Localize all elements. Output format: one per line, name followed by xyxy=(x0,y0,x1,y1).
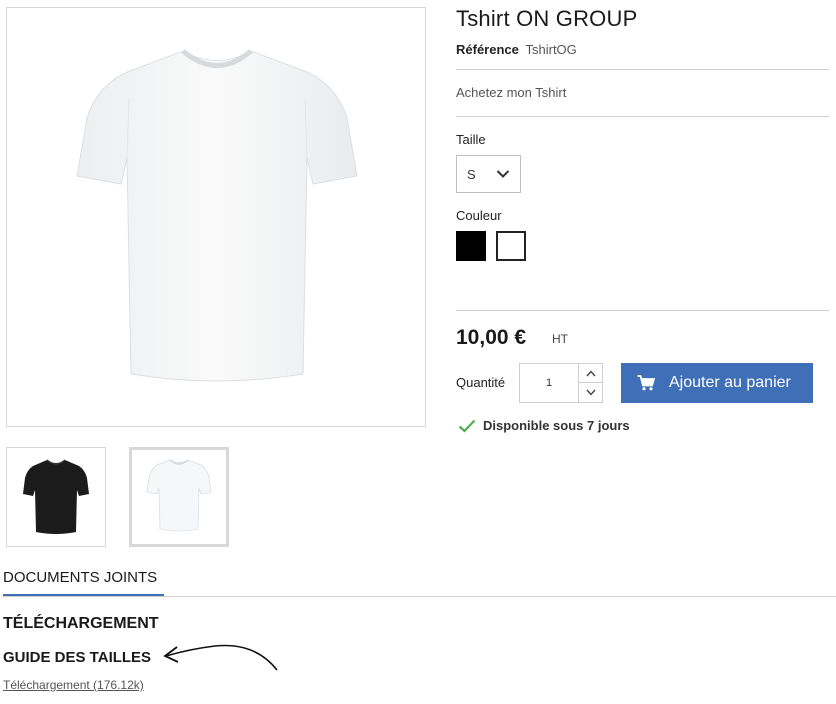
color-swatch-black[interactable] xyxy=(456,231,486,261)
check-icon xyxy=(458,419,476,433)
reference-label: Référence xyxy=(456,42,519,57)
add-to-cart-button[interactable]: Ajouter au panier xyxy=(621,363,813,403)
size-guide-title: GUIDE DES TAILLES xyxy=(3,649,152,666)
quantity-stepper[interactable]: 1 xyxy=(519,363,603,403)
white-tshirt-image xyxy=(146,459,212,532)
thumbnail-white-tshirt[interactable] xyxy=(129,447,229,547)
tab-divider xyxy=(3,596,836,597)
tax-label: HT xyxy=(552,332,568,346)
reference-value: TshirtOG xyxy=(525,42,577,57)
tab-documents-joints[interactable]: DOCUMENTS JOINTS xyxy=(3,569,164,596)
download-link[interactable]: Téléchargement (176.12k) xyxy=(3,678,144,692)
availability: Disponible sous 7 jours xyxy=(458,418,630,433)
chevron-down-icon xyxy=(496,170,510,178)
product-main-image[interactable] xyxy=(6,7,426,427)
quantity-label: Quantité xyxy=(456,375,506,390)
arrow-annotation xyxy=(163,644,278,671)
chevron-down-icon xyxy=(586,389,596,396)
availability-text: Disponible sous 7 jours xyxy=(483,418,630,433)
quantity-input[interactable]: 1 xyxy=(520,364,578,402)
product-price: 10,00 € xyxy=(456,326,527,349)
cart-icon xyxy=(637,375,655,391)
quantity-increase-button[interactable] xyxy=(578,364,603,383)
divider xyxy=(456,310,829,311)
quantity-decrease-button[interactable] xyxy=(578,383,603,402)
size-selected-value: S xyxy=(467,167,476,182)
white-tshirt-image xyxy=(76,49,358,382)
add-to-cart-label: Ajouter au panier xyxy=(669,374,791,391)
black-tshirt-image xyxy=(23,459,89,534)
size-label: Taille xyxy=(456,132,486,147)
product-title: Tshirt ON GROUP xyxy=(456,6,638,31)
thumbnail-black-tshirt[interactable] xyxy=(6,447,106,547)
color-swatch-white[interactable] xyxy=(496,231,526,261)
product-reference: Référence TshirtOG xyxy=(456,42,577,57)
chevron-up-icon xyxy=(586,369,596,376)
color-label: Couleur xyxy=(456,208,502,223)
downloads-heading: TÉLÉCHARGEMENT xyxy=(3,615,159,632)
product-description: Achetez mon Tshirt xyxy=(456,85,567,100)
divider xyxy=(456,116,829,117)
divider xyxy=(456,69,829,70)
size-select[interactable]: S xyxy=(456,155,521,193)
